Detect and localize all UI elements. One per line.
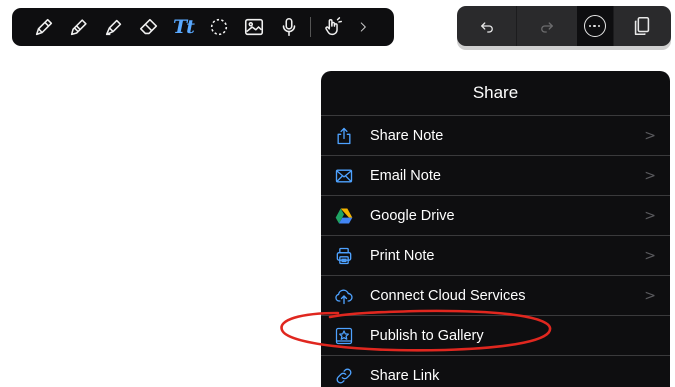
print-note-label: Print Note: [370, 247, 435, 264]
toolbar-divider: [310, 17, 311, 37]
publish-to-gallery-item[interactable]: Publish to Gallery: [321, 316, 670, 356]
eraser-tool-button[interactable]: [131, 8, 166, 46]
share-link-item[interactable]: Share Link: [321, 356, 670, 387]
pencil-tool-button[interactable]: [61, 8, 96, 46]
more-options-button[interactable]: [576, 6, 613, 46]
google-drive-label: Google Drive: [370, 207, 455, 224]
chevron-right-icon: >: [644, 167, 656, 184]
print-note-item[interactable]: Print Note >: [321, 236, 670, 276]
pages-button[interactable]: [612, 6, 671, 46]
more-ellipsis-icon: [583, 15, 606, 37]
chevron-right-icon: [360, 22, 366, 32]
chevron-right-icon: >: [644, 207, 656, 224]
share-note-label: Share Note: [370, 127, 444, 144]
highlighter-icon: [105, 19, 121, 36]
gallery-star-icon: [335, 327, 353, 344]
pencil-icon: [70, 19, 87, 36]
connect-cloud-services-item[interactable]: Connect Cloud Services >: [321, 276, 670, 316]
cloud-upload-icon: [335, 289, 353, 304]
lasso-icon: [210, 18, 227, 36]
share-link-label: Share Link: [370, 367, 440, 384]
email-note-label: Email Note: [370, 167, 441, 184]
link-icon: [336, 368, 352, 383]
screen: Tt Share Share Note > Email Note > Googl…: [0, 0, 675, 387]
connect-cloud-services-label: Connect Cloud Services: [370, 287, 526, 304]
highlighter-tool-button[interactable]: [96, 8, 131, 46]
share-upload-icon: [337, 127, 351, 144]
redo-button[interactable]: [516, 6, 576, 46]
toolbar-more-button[interactable]: [350, 8, 376, 46]
chevron-right-icon: >: [644, 247, 656, 264]
pages-icon: [635, 16, 650, 36]
email-note-item[interactable]: Email Note >: [321, 156, 670, 196]
tools-toolbar: Tt: [12, 8, 394, 46]
chevron-right-icon: >: [644, 287, 656, 304]
history-group: [457, 6, 671, 46]
publish-to-gallery-label: Publish to Gallery: [370, 327, 484, 344]
image-tool-button[interactable]: [236, 8, 271, 46]
lasso-tool-button[interactable]: [201, 8, 236, 46]
printer-icon: [336, 247, 352, 264]
text-tool-button[interactable]: Tt: [166, 8, 201, 46]
undo-button[interactable]: [457, 6, 516, 46]
google-drive-icon: [335, 208, 353, 223]
microphone-icon: [282, 17, 295, 37]
redo-icon: [541, 22, 554, 33]
share-note-item[interactable]: Share Note >: [321, 116, 670, 156]
share-menu: Share Share Note > Email Note > Google D…: [321, 71, 670, 387]
image-icon: [244, 18, 263, 36]
pointer-hand-icon: [324, 17, 342, 36]
envelope-icon: [335, 169, 353, 182]
text-tool-icon: Tt: [173, 16, 195, 38]
google-drive-item[interactable]: Google Drive >: [321, 196, 670, 236]
pointer-tool-button[interactable]: [315, 8, 350, 46]
history-toolbar: [457, 6, 671, 46]
chevron-right-icon: >: [644, 127, 656, 144]
pen-tool-button[interactable]: [26, 8, 61, 46]
eraser-icon: [139, 18, 157, 35]
pen-icon: [35, 18, 52, 36]
share-menu-title: Share: [321, 71, 670, 116]
undo-icon: [480, 22, 493, 33]
microphone-tool-button[interactable]: [271, 8, 306, 46]
